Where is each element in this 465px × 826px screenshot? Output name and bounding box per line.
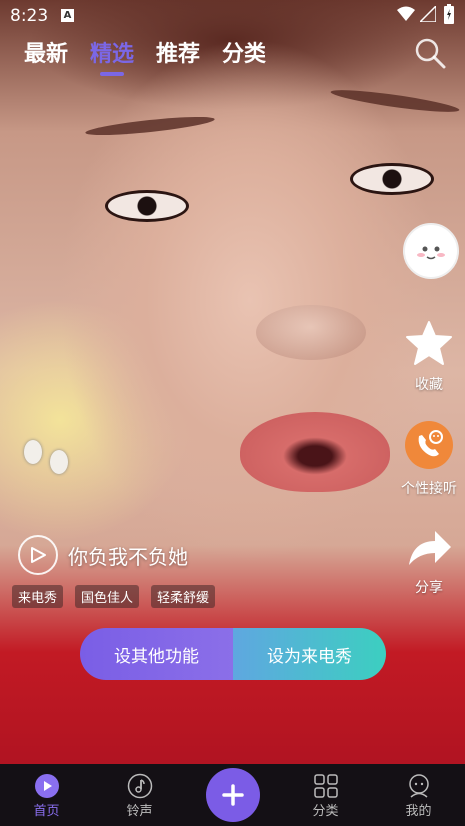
avatar-face-icon xyxy=(407,227,455,275)
status-bar: 8:23 A xyxy=(0,0,465,32)
set-other-function-button[interactable]: 设其他功能 xyxy=(80,628,233,680)
music-note-icon xyxy=(127,773,152,799)
video-title: 你负我不负她 xyxy=(68,544,188,569)
earring-decoration xyxy=(50,450,68,474)
face-decoration xyxy=(240,412,390,492)
nav-ringtone[interactable]: 铃声 xyxy=(93,764,186,826)
active-tab-indicator xyxy=(100,72,125,76)
nav-category[interactable]: 分类 xyxy=(279,764,372,826)
favorite-button[interactable]: 收藏 xyxy=(389,320,465,394)
notification-icon: A xyxy=(61,9,74,22)
face-decoration xyxy=(84,113,216,139)
tab-label: 最新 xyxy=(24,42,69,67)
face-decoration xyxy=(105,190,189,222)
signal-icon xyxy=(420,6,436,22)
favorite-label: 收藏 xyxy=(415,377,443,393)
tab-label: 推荐 xyxy=(156,42,201,67)
search-icon[interactable] xyxy=(414,37,446,69)
tag-chip[interactable]: 轻柔舒缓 xyxy=(151,585,216,608)
nav-category-label: 分类 xyxy=(312,804,339,819)
star-icon xyxy=(406,321,452,365)
add-button[interactable] xyxy=(206,768,260,822)
face-decoration xyxy=(256,305,366,360)
face-decoration xyxy=(329,86,461,116)
nav-mine[interactable]: 我的 xyxy=(372,764,465,826)
uploader-avatar[interactable] xyxy=(403,223,459,279)
share-button[interactable]: 分享 xyxy=(389,525,465,597)
status-time: 8:23 xyxy=(10,6,49,26)
nav-home[interactable]: 首页 xyxy=(0,764,93,826)
tab-latest[interactable]: 最新 xyxy=(24,36,68,68)
nav-mine-label: 我的 xyxy=(405,804,432,819)
earring-decoration xyxy=(24,440,42,464)
grid-icon xyxy=(313,774,338,798)
video-title-row: 你负我不负她 xyxy=(18,535,188,575)
action-button-group: 设其他功能 设为来电秀 xyxy=(80,628,386,680)
tab-recommend[interactable]: 推荐 xyxy=(156,36,200,68)
tag-chip[interactable]: 来电秀 xyxy=(12,585,64,608)
custom-answer-icon xyxy=(405,421,453,469)
custom-answer-label: 个性接听 xyxy=(401,481,457,497)
battery-icon xyxy=(444,4,454,24)
nav-ringtone-label: 铃声 xyxy=(126,804,153,819)
tag-list: 来电秀 国色佳人 轻柔舒缓 xyxy=(12,585,216,608)
profile-icon xyxy=(408,774,429,798)
tab-featured[interactable]: 精选 xyxy=(90,36,135,76)
top-tab-bar: 最新 精选 推荐 分类 xyxy=(24,36,266,76)
video-background[interactable]: 8:23 A 最新 精选 推荐 分类 收藏 个性接听 分享 你负我不负她 来电秀… xyxy=(0,0,465,826)
nav-home-label: 首页 xyxy=(33,804,60,819)
tag-chip[interactable]: 国色佳人 xyxy=(75,585,140,608)
share-icon xyxy=(409,531,451,565)
tab-label: 精选 xyxy=(90,42,135,67)
wifi-icon xyxy=(397,6,415,21)
tab-label: 分类 xyxy=(222,42,267,67)
face-decoration xyxy=(350,163,434,195)
custom-answer-button[interactable]: 个性接听 xyxy=(389,420,465,498)
share-label: 分享 xyxy=(415,580,443,596)
home-play-icon xyxy=(34,774,59,798)
play-icon xyxy=(18,535,58,575)
tab-category[interactable]: 分类 xyxy=(222,36,266,68)
set-call-show-button[interactable]: 设为来电秀 xyxy=(233,628,386,680)
plus-icon xyxy=(222,784,244,806)
